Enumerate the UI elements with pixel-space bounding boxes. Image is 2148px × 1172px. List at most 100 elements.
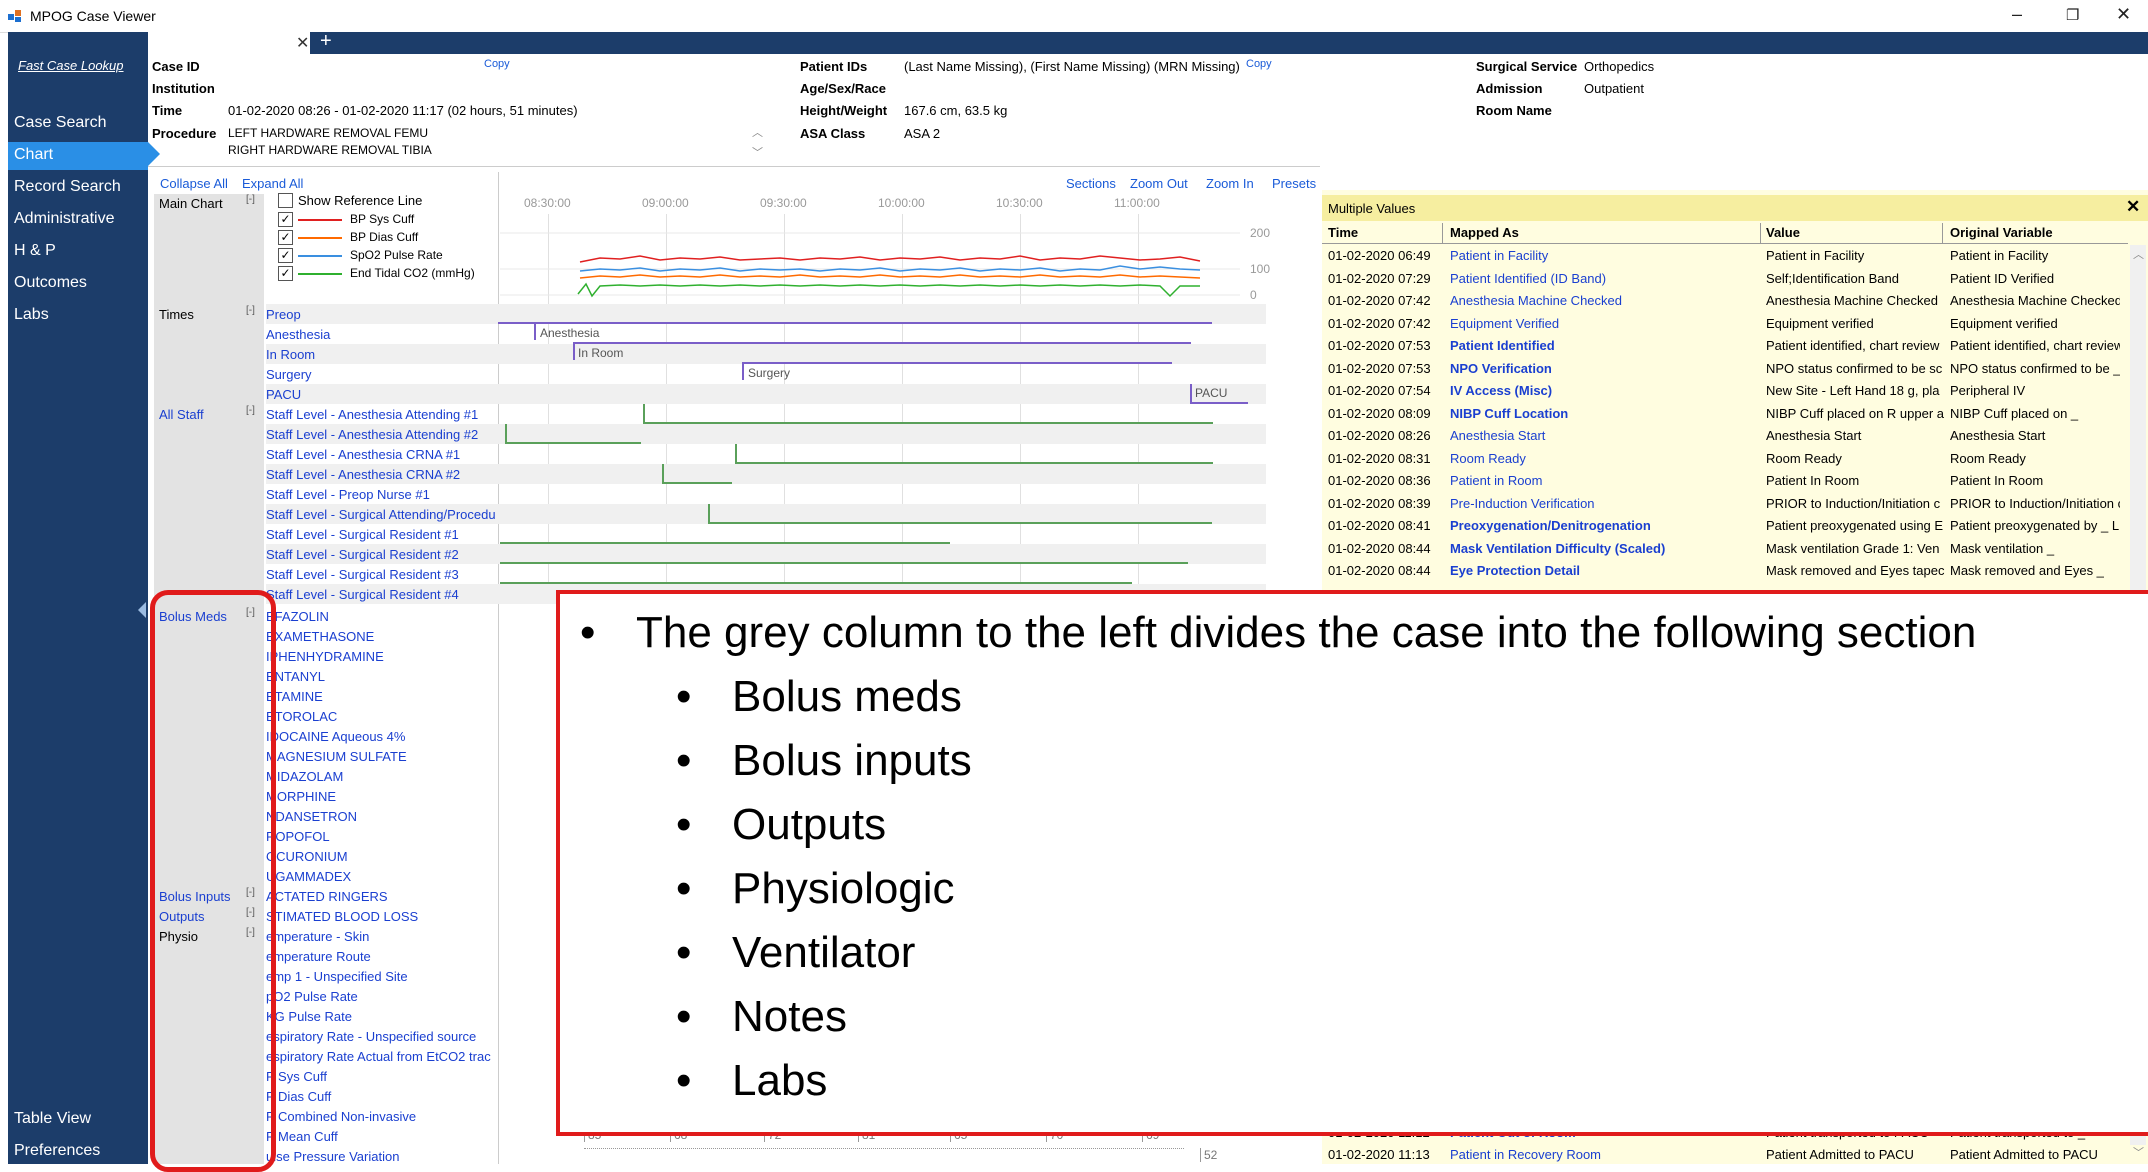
times-row-pacu[interactable]: PACU (266, 387, 498, 402)
col-original-variable[interactable]: Original Variable (1950, 225, 2053, 240)
mv-row[interactable]: 01-02-2020 07:54 IV Access (Misc) New Site… (1322, 380, 2128, 402)
mv-cell-mapped[interactable]: Equipment Verified (1450, 316, 1762, 331)
mv-row[interactable]: 01-02-2020 07:53 Patient Identified Patien… (1322, 335, 2128, 357)
med-row[interactable]: IDOCAINE Aqueous 4% (266, 729, 498, 744)
mv-cell-mapped[interactable]: NIBP Cuff Location (1450, 406, 1762, 421)
nav-item-administrative[interactable]: Administrative (14, 210, 114, 228)
nav-item-chart[interactable]: Chart (14, 146, 53, 164)
physio-row[interactable]: pO2 Pulse Rate (266, 989, 498, 1004)
physio-row[interactable]: espiratory Rate Actual from EtCO2 trac (266, 1049, 498, 1064)
close-window-button[interactable]: ✕ (2116, 4, 2131, 25)
mv-cell-mapped[interactable]: Patient in Room (1450, 473, 1762, 488)
mv-cell-mapped[interactable]: NPO Verification (1450, 361, 1762, 376)
physio-row[interactable]: emperature - Skin (266, 929, 498, 944)
case-tab[interactable] (148, 32, 310, 56)
mv-row[interactable]: 01-02-2020 08:41 Preoxygenation/Denitroge… (1322, 515, 2128, 537)
collapse-all-link[interactable]: Collapse All (160, 176, 228, 191)
mv-row[interactable]: 01-02-2020 08:44 Mask Ventilation Difficu… (1322, 538, 2128, 560)
nav-item-h-and-p[interactable]: H & P (14, 242, 56, 260)
mv-row[interactable]: 01-02-2020 07:53 NPO Verification NPO stat… (1322, 358, 2128, 380)
input-row[interactable]: ACTATED RINGERS (266, 889, 498, 904)
mv-row[interactable]: 01-02-2020 07:29 Patient Identified (ID B… (1322, 268, 2128, 290)
presets-link[interactable]: Presets (1272, 176, 1316, 191)
staff-row[interactable]: Staff Level - Anesthesia CRNA #2 (266, 467, 498, 482)
med-row[interactable]: NDANSETRON (266, 809, 498, 824)
output-row[interactable]: STIMATED BLOOD LOSS (266, 909, 498, 924)
legend-checkbox[interactable]: ✓ (278, 212, 293, 227)
mv-cell-mapped[interactable]: Pre-Induction Verification (1450, 496, 1762, 511)
med-row[interactable]: ENTANYL (266, 669, 498, 684)
legend-checkbox[interactable]: ✓ (278, 230, 293, 245)
mv-row[interactable]: 01-02-2020 06:49 Patient in Facility Patie… (1322, 245, 2128, 267)
collapse-times-icon[interactable]: [-] (246, 305, 255, 316)
times-row-in-room[interactable]: In Room (266, 347, 498, 362)
legend-checkbox[interactable]: ✓ (278, 266, 293, 281)
mv-cell-mapped[interactable]: Patient Identified (ID Band) (1450, 271, 1762, 286)
copy-patient-ids-link[interactable]: Copy (1246, 58, 1272, 70)
nav-item-case-search[interactable]: Case Search (14, 114, 107, 132)
staff-row[interactable]: Staff Level - Surgical Resident #4 (266, 587, 498, 602)
med-row[interactable]: ETOROLAC (266, 709, 498, 724)
med-row[interactable]: EXAMETHASONE (266, 629, 498, 644)
physio-row[interactable]: KG Pulse Rate (266, 1009, 498, 1024)
scroll-up-icon[interactable]: ︿ (2133, 246, 2144, 262)
col-value[interactable]: Value (1766, 225, 1800, 240)
section-all-staff[interactable]: All Staff (159, 407, 204, 422)
reference-line-checkbox[interactable] (278, 193, 293, 208)
mv-row[interactable]: 01-02-2020 08:09 NIBP Cuff Location NIBP C… (1322, 403, 2128, 425)
fast-case-lookup-link[interactable]: Fast Case Lookup (18, 58, 124, 73)
nav-item-outcomes[interactable]: Outcomes (14, 274, 87, 292)
mv-row[interactable]: 01-02-2020 07:42 Equipment Verified Equipm… (1322, 313, 2128, 335)
legend-checkbox[interactable]: ✓ (278, 248, 293, 263)
close-panel-icon[interactable]: ✕ (2126, 197, 2140, 217)
physio-row[interactable]: P Sys Cuff (266, 1069, 498, 1084)
sections-link[interactable]: Sections (1066, 176, 1116, 191)
zoom-out-link[interactable]: Zoom Out (1130, 176, 1188, 191)
med-row[interactable]: EFAZOLIN (266, 609, 498, 624)
col-mapped-as[interactable]: Mapped As (1450, 225, 1519, 240)
mv-row[interactable]: 01-02-2020 07:42 Anesthesia Machine Check… (1322, 290, 2128, 312)
mv-row[interactable]: 01-02-2020 08:44 Eye Protection Detail Mas… (1322, 560, 2128, 582)
times-row-surgery[interactable]: Surgery (266, 367, 498, 382)
staff-row[interactable]: Staff Level - Surgical Resident #1 (266, 527, 498, 542)
med-row[interactable]: ROPOFOL (266, 829, 498, 844)
mv-cell-mapped[interactable]: Patient in Facility (1450, 248, 1762, 263)
mv-cell-mapped[interactable]: Patient Identified (1450, 338, 1762, 353)
collapse-nav-arrow-icon[interactable] (138, 602, 146, 618)
expand-all-link[interactable]: Expand All (242, 176, 303, 191)
mv-cell-mapped[interactable]: Eye Protection Detail (1450, 563, 1762, 578)
staff-row[interactable]: Staff Level - Surgical Resident #3 (266, 567, 498, 582)
mv-row[interactable]: 01-02-2020 08:36 Patient in Room Patient I… (1322, 470, 2128, 492)
mv-cell-mapped[interactable]: Preoxygenation/Denitrogenation (1450, 518, 1762, 533)
staff-row[interactable]: Staff Level - Preop Nurse #1 (266, 487, 498, 502)
scroll-down-icon[interactable]: ﹀ (2133, 1144, 2144, 1160)
staff-row[interactable]: Staff Level - Anesthesia Attending #1 (266, 407, 498, 422)
collapse-main-chart-icon[interactable]: [-] (246, 194, 255, 205)
physio-row[interactable]: emperature Route (266, 949, 498, 964)
med-row[interactable]: MAGNESIUM SULFATE (266, 749, 498, 764)
copy-case-id-link[interactable]: Copy (484, 58, 510, 70)
med-row[interactable]: ETAMINE (266, 689, 498, 704)
staff-row[interactable]: Staff Level - Surgical Attending/Procedu (266, 507, 498, 522)
mv-cell-mapped[interactable]: IV Access (Misc) (1450, 383, 1762, 398)
procedure-scroll-up-icon[interactable]: ︿ (752, 124, 763, 140)
close-tab-icon[interactable]: ✕ (296, 33, 309, 53)
zoom-in-link[interactable]: Zoom In (1206, 176, 1254, 191)
collapse-staff-icon[interactable]: [-] (246, 405, 255, 416)
med-row[interactable]: MORPHINE (266, 789, 498, 804)
physio-row[interactable]: ulse Pressure Variation (266, 1149, 498, 1164)
staff-row[interactable]: Staff Level - Anesthesia CRNA #1 (266, 447, 498, 462)
mv-cell-mapped[interactable]: Mask Ventilation Difficulty (Scaled) (1450, 541, 1762, 556)
med-row[interactable]: OCURONIUM (266, 849, 498, 864)
times-row-anesthesia[interactable]: Anesthesia (266, 327, 498, 342)
mv-cell-mapped[interactable]: Anesthesia Machine Checked (1450, 293, 1762, 308)
mv-cell-mapped[interactable]: Room Ready (1450, 451, 1762, 466)
staff-row[interactable]: Staff Level - Surgical Resident #2 (266, 547, 498, 562)
nav-item-labs[interactable]: Labs (14, 306, 49, 324)
mv-row[interactable]: 01-02-2020 08:39 Pre-Induction Verificati… (1322, 493, 2128, 515)
mv-row[interactable]: 01-02-2020 11:13 Patient in Recovery Room… (1322, 1144, 2128, 1166)
physio-row[interactable]: espiratory Rate - Unspecified source (266, 1029, 498, 1044)
procedure-scroll-down-icon[interactable]: ﹀ (752, 144, 763, 160)
mv-cell-mapped[interactable]: Anesthesia Start (1450, 428, 1762, 443)
physio-row[interactable]: emp 1 - Unspecified Site (266, 969, 498, 984)
